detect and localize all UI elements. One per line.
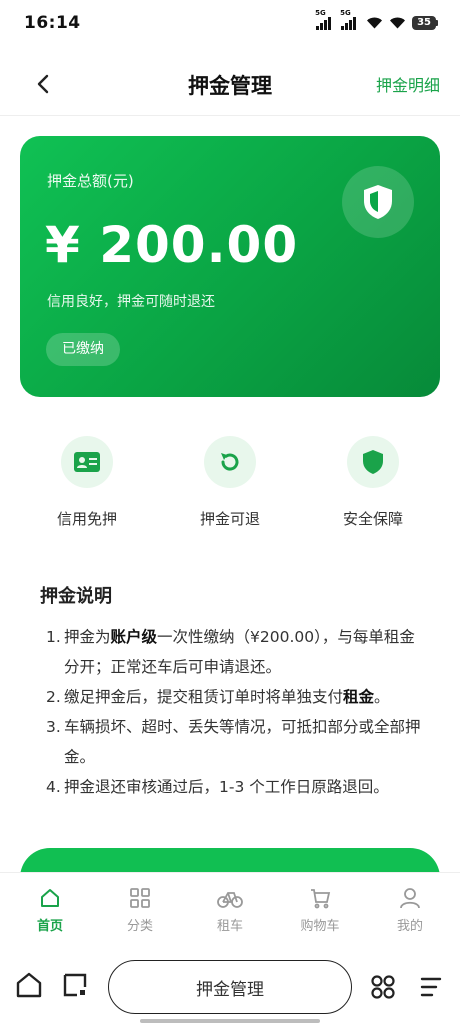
status-bar: 16:14 5G 5G 35 bbox=[0, 0, 460, 46]
tab-home[interactable]: 首页 bbox=[20, 887, 80, 934]
status-icons: 5G 5G 35 bbox=[315, 9, 438, 33]
signal-icon: 5G bbox=[340, 9, 357, 30]
status-time: 16:14 bbox=[24, 13, 81, 33]
signal-icon: 5G bbox=[315, 9, 332, 30]
explanation-title: 押金说明 bbox=[40, 586, 112, 607]
wifi-icon bbox=[389, 14, 406, 33]
list-item: 4. 押金退还审核通过后，1-3 个工作日原路退回。 bbox=[46, 778, 389, 796]
shield-icon bbox=[347, 436, 399, 488]
current-app-pill[interactable]: 押金管理 bbox=[108, 960, 352, 1014]
tab-mine[interactable]: 我的 bbox=[380, 887, 440, 934]
system-home-button[interactable] bbox=[14, 968, 44, 1002]
tab-rent[interactable]: 租车 bbox=[200, 887, 260, 934]
divider bbox=[0, 115, 460, 116]
nav-header: 押金管理 押金明细 bbox=[0, 56, 460, 112]
wifi-icon bbox=[366, 14, 383, 33]
home-outline-icon bbox=[16, 972, 42, 998]
user-icon bbox=[400, 888, 420, 909]
window-icon bbox=[63, 973, 87, 997]
apps-grid-icon bbox=[371, 975, 395, 999]
home-indicator bbox=[140, 1019, 320, 1023]
deposit-status-text: 信用良好，押金可随时退还 bbox=[47, 294, 215, 310]
list-item: 3. 车辆损坏、超时、丢失等情况，可抵扣部分或全部押金。 bbox=[46, 718, 421, 766]
feature-label: 押金可退 bbox=[199, 510, 260, 528]
paid-badge: 已缴纳 bbox=[46, 333, 120, 366]
id-card-icon bbox=[61, 436, 113, 488]
system-apps-button[interactable] bbox=[368, 972, 398, 1002]
deposit-total-label: 押金总额(元) bbox=[47, 172, 134, 190]
deposit-card: 押金总额(元) ¥ 200.00 信用良好，押金可随时退还 已缴纳 bbox=[20, 136, 440, 397]
explanation-list: 1. 押金为账户级一次性缴纳（¥200.00），与每单租金分开；正常还车后可申请退… bbox=[46, 622, 426, 802]
bottom-tab-bar: 首页 分类 租车 购物车 我的 bbox=[0, 872, 460, 952]
feature-refundable: 押金可退 bbox=[170, 436, 290, 529]
home-icon bbox=[41, 889, 59, 907]
system-recent-button[interactable] bbox=[60, 968, 90, 1002]
feature-label: 信用免押 bbox=[56, 510, 117, 528]
cart-icon bbox=[311, 889, 331, 909]
feature-credit-free: 信用免押 bbox=[27, 436, 147, 529]
menu-icon bbox=[420, 977, 442, 997]
list-item: 2. 缴足押金后，提交租赁订单时将单独支付租金。 bbox=[46, 688, 390, 706]
grid-icon bbox=[130, 888, 150, 908]
battery-icon: 35 bbox=[412, 16, 438, 30]
bicycle-icon bbox=[217, 892, 243, 908]
refresh-icon bbox=[204, 436, 256, 488]
feature-security: 安全保障 bbox=[313, 436, 433, 529]
system-nav-bar: 押金管理 bbox=[0, 952, 460, 1024]
tab-category[interactable]: 分类 bbox=[110, 887, 170, 934]
system-menu-button[interactable] bbox=[416, 972, 446, 1002]
list-item: 1. 押金为账户级一次性缴纳（¥200.00），与每单租金分开；正常还车后可申请退… bbox=[46, 628, 415, 676]
feature-label: 安全保障 bbox=[342, 510, 403, 528]
shield-check-icon bbox=[342, 166, 414, 238]
deposit-detail-link[interactable]: 押金明细 bbox=[376, 72, 440, 96]
deposit-amount: ¥ 200.00 bbox=[45, 216, 299, 274]
tab-cart[interactable]: 购物车 bbox=[290, 887, 350, 934]
